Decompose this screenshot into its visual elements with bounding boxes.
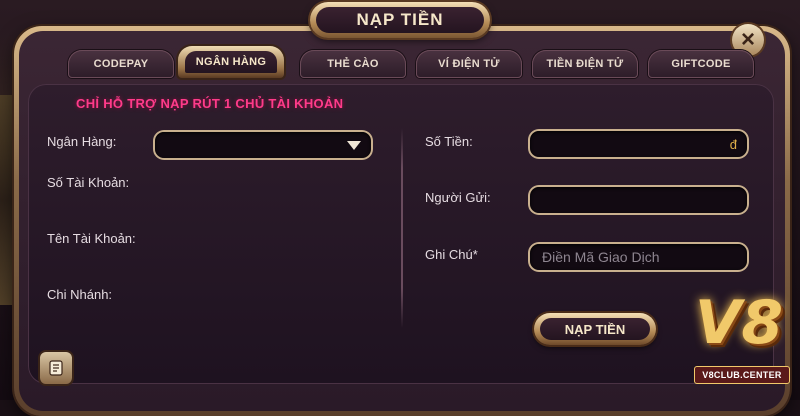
submit-deposit-button[interactable]: NẠP TIỀN	[534, 313, 656, 345]
branch-label: Chi Nhánh:	[47, 287, 113, 302]
notice-text: CHỈ HỖ TRỢ NẠP RÚT 1 CHỦ TÀI KHOẢN	[76, 96, 344, 111]
tab-label: THẺ CÀO	[327, 58, 379, 70]
tab-crypto[interactable]: TIỀN ĐIỆN TỬ	[532, 50, 638, 78]
sender-field[interactable]	[530, 187, 747, 213]
dialog-title: NẠP TIỀN	[316, 7, 484, 33]
amount-input[interactable]	[540, 135, 730, 153]
scroll-icon-graphic	[49, 360, 63, 376]
account-number-label: Số Tài Khoản:	[47, 175, 130, 190]
tab-codepay[interactable]: CODEPAY	[68, 50, 174, 78]
sender-label: Người Gửi:	[425, 190, 491, 205]
note-label: Ghi Chú*	[425, 247, 478, 262]
close-icon: ×	[740, 26, 755, 53]
currency-symbol: đ	[729, 136, 737, 152]
note-input[interactable]	[540, 248, 737, 266]
bank-label: Ngân Hàng:	[47, 134, 117, 149]
account-name-label: Tên Tài Khoản:	[47, 231, 136, 246]
sender-input[interactable]	[540, 191, 737, 209]
dialog-title-plate: NẠP TIỀN	[310, 2, 490, 38]
tab-label: CODEPAY	[93, 58, 149, 70]
note-field[interactable]	[530, 244, 747, 270]
tab-giftcode[interactable]: GIFTCODE	[648, 50, 754, 78]
tab-label: GIFTCODE	[671, 58, 731, 70]
tab-label: TIỀN ĐIỆN TỬ	[546, 58, 624, 70]
logo-main: V8	[694, 288, 784, 358]
column-divider	[401, 128, 403, 328]
bank-select[interactable]	[155, 132, 371, 158]
tab-label: VÍ ĐIỆN TỬ	[438, 58, 500, 70]
logo-sub: V8CLUB.CENTER	[694, 366, 790, 384]
brand-logo: V8 V8CLUB.CENTER	[684, 288, 794, 388]
chevron-down-icon	[347, 140, 361, 150]
submit-label: NẠP TIỀN	[540, 318, 650, 340]
tab-e-wallet[interactable]: VÍ ĐIỆN TỬ	[416, 50, 522, 78]
amount-label: Số Tiền:	[425, 134, 473, 149]
tab-label: NGÂN HÀNG	[185, 51, 277, 73]
tab-card[interactable]: THẺ CÀO	[300, 50, 406, 78]
tab-bank[interactable]: NGÂN HÀNG	[178, 46, 284, 78]
amount-field[interactable]: đ	[530, 131, 747, 157]
scroll-icon[interactable]	[40, 352, 72, 384]
